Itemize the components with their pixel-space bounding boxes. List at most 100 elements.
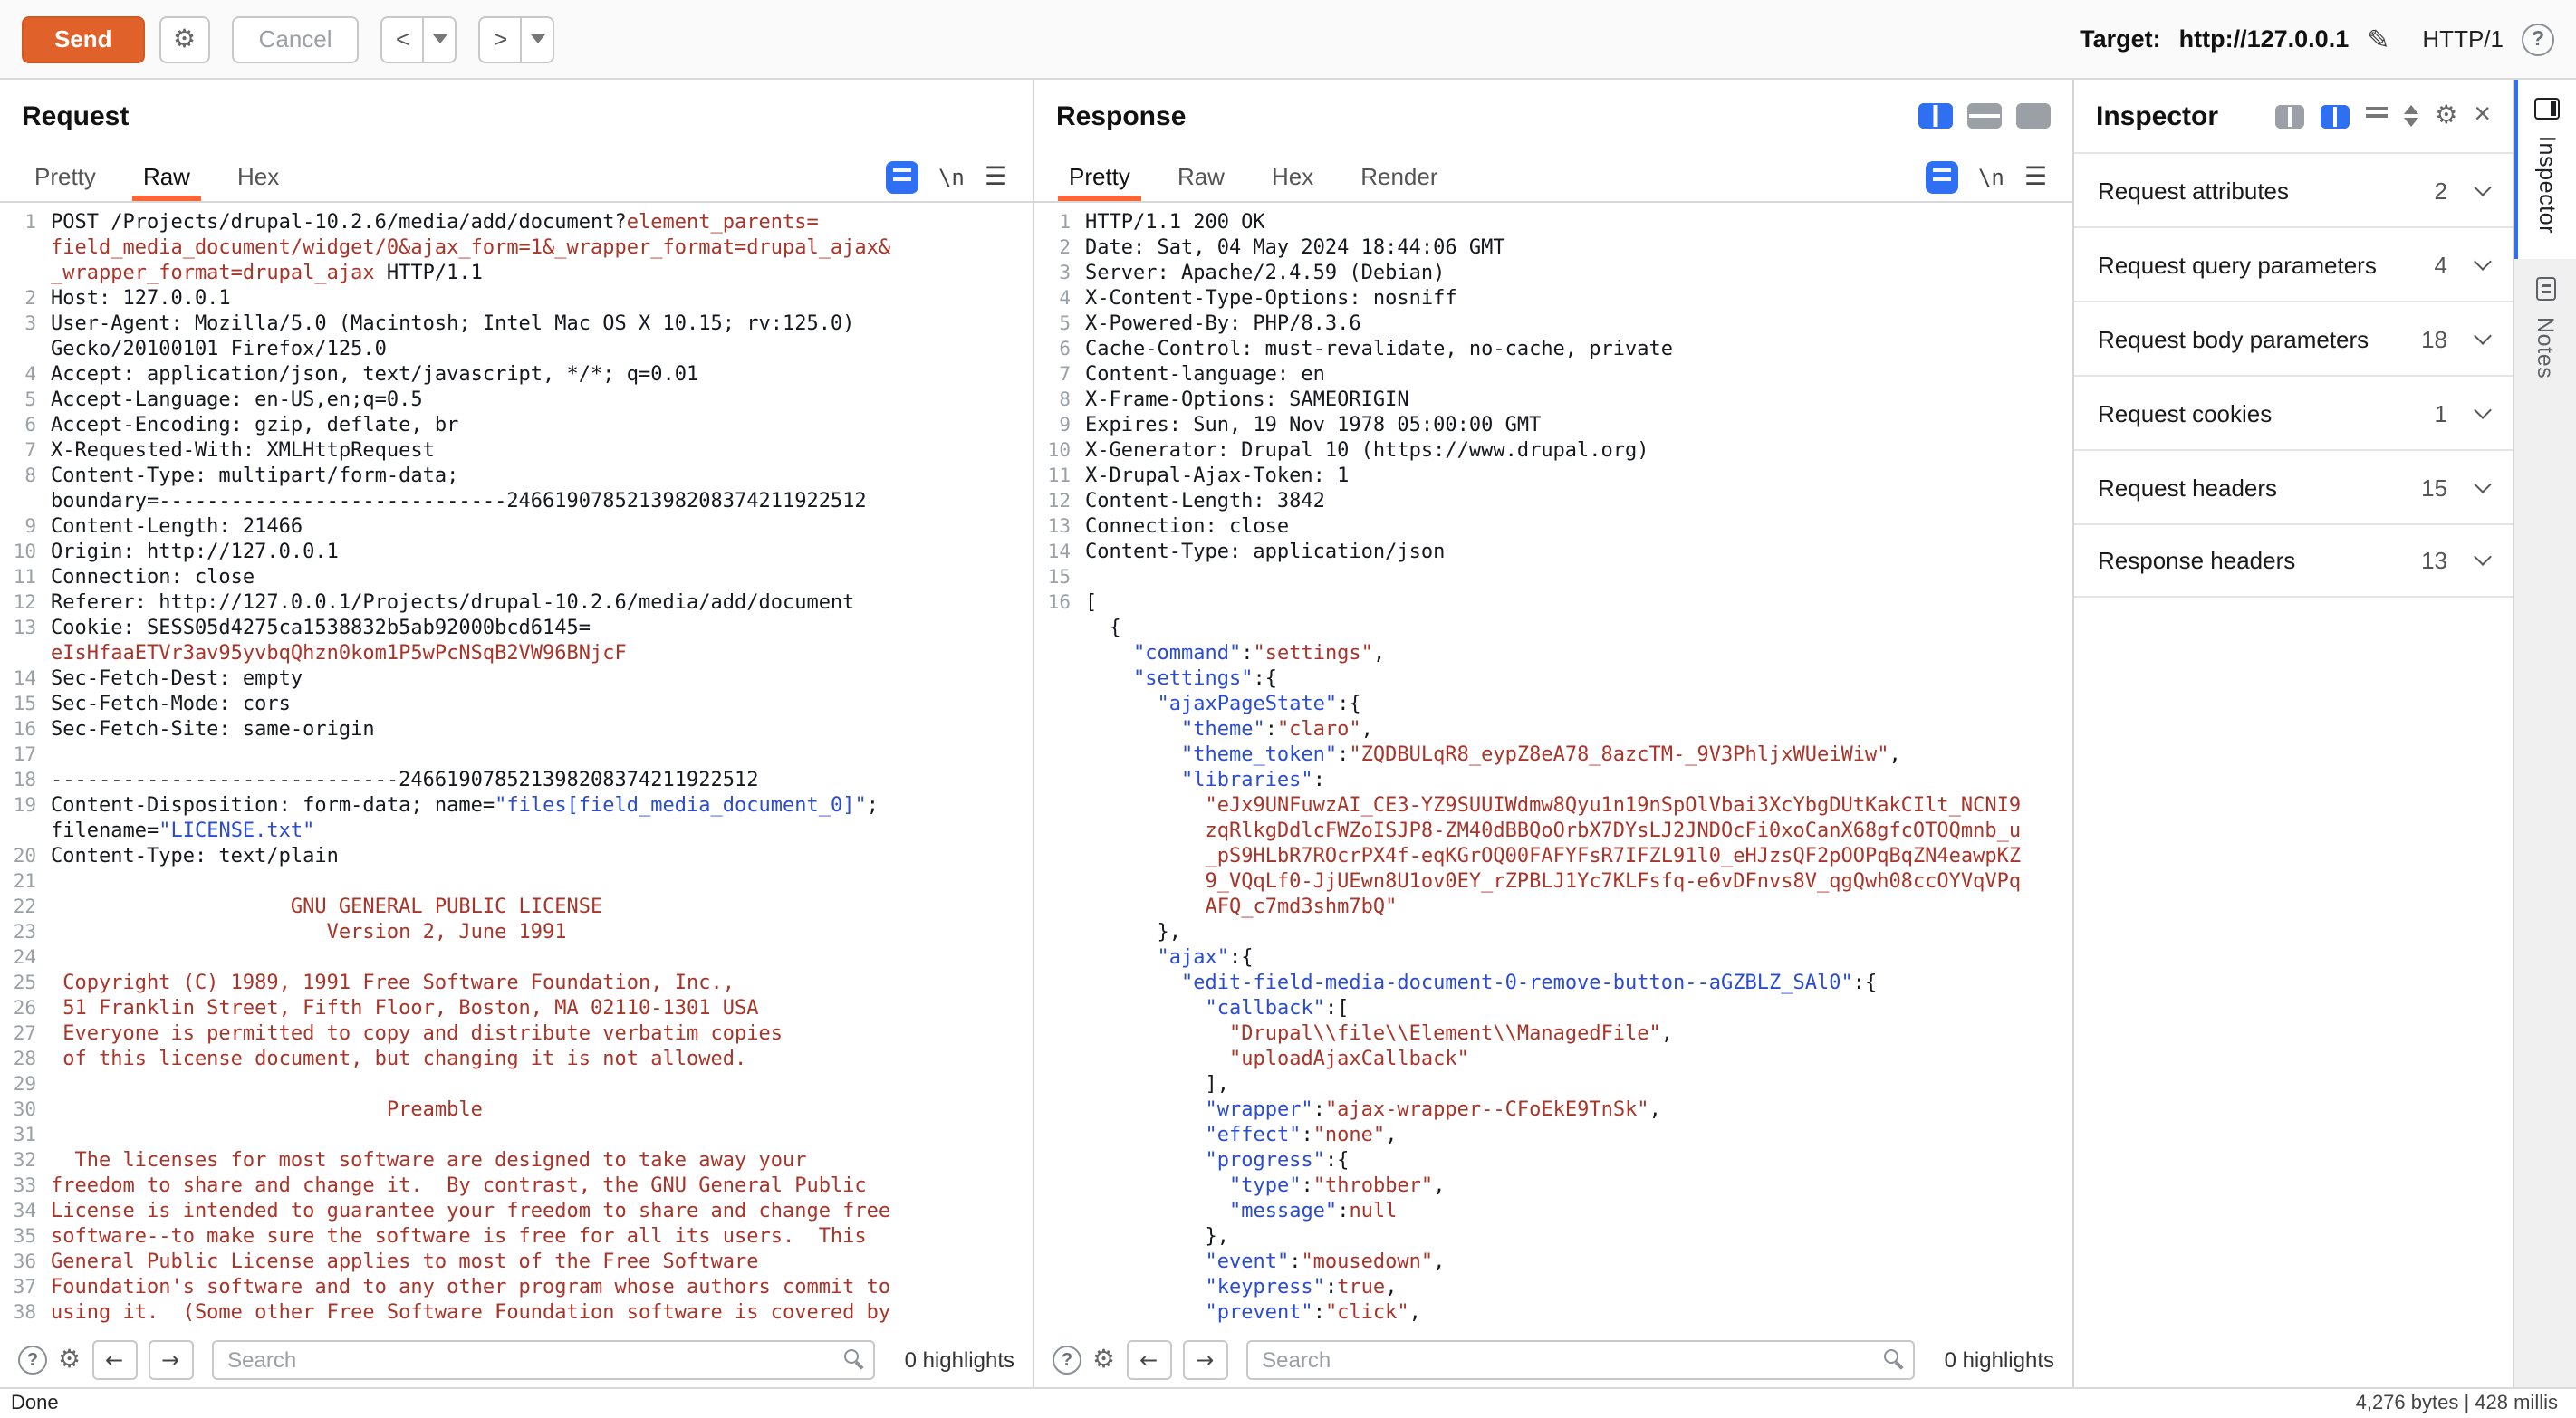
inspector-section-request-headers[interactable]: Request headers15 (2074, 449, 2513, 523)
code-line[interactable]: 10Origin: http://127.0.0.1 (0, 540, 1033, 565)
code-line[interactable]: 5Accept-Language: en-US,en;q=0.5 (0, 388, 1033, 413)
code-line[interactable]: 8X-Frame-Options: SAMEORIGIN (1034, 388, 2072, 413)
search-help-icon[interactable]: ? (1053, 1346, 1081, 1375)
code-line[interactable]: "effect":"none", (1034, 1123, 2072, 1148)
code-line[interactable]: _wrapper_format=drupal_ajax HTTP/1.1 (0, 261, 1033, 286)
code-line[interactable]: 1HTTP/1.1 200 OK (1034, 210, 2072, 235)
code-line[interactable]: 31 (0, 1123, 1033, 1148)
search-next-button[interactable]: → (148, 1340, 193, 1380)
code-line[interactable]: boundary=-----------------------------24… (0, 489, 1033, 514)
code-line[interactable]: 13Connection: close (1034, 514, 2072, 540)
code-line[interactable]: Gecko/20100101 Firefox/125.0 (0, 337, 1033, 362)
code-line[interactable]: 14Content-Type: application/json (1034, 540, 2072, 565)
code-line[interactable]: "command":"settings", (1034, 641, 2072, 666)
rail-tab-inspector[interactable]: Inspector (2514, 80, 2576, 259)
code-line[interactable]: 14Sec-Fetch-Dest: empty (0, 666, 1033, 692)
code-line[interactable]: 8Content-Type: multipart/form-data; (0, 464, 1033, 489)
search-settings-icon[interactable]: ⚙ (58, 1346, 81, 1375)
code-line[interactable]: "event":"mousedown", (1034, 1250, 2072, 1275)
code-line[interactable]: 16[ (1034, 590, 2072, 616)
code-line[interactable]: 22 GNU GENERAL PUBLIC LICENSE (0, 895, 1033, 920)
syntax-highlight-toggle-icon[interactable] (886, 160, 918, 193)
code-line[interactable]: "message":null (1034, 1199, 2072, 1224)
code-line[interactable]: "keypress":true, (1034, 1275, 2072, 1300)
code-line[interactable]: 5X-Powered-By: PHP/8.3.6 (1034, 311, 2072, 337)
tab-hex[interactable]: Hex (214, 152, 303, 201)
layout-columns-icon[interactable] (1918, 103, 1953, 129)
editor-menu-icon[interactable]: ☰ (2024, 162, 2047, 191)
code-line[interactable]: 4X-Content-Type-Options: nosniff (1034, 286, 2072, 311)
search-help-icon[interactable]: ? (18, 1346, 47, 1375)
code-line[interactable]: "prevent":"click", (1034, 1300, 2072, 1326)
code-line[interactable]: "type":"throbber", (1034, 1174, 2072, 1199)
code-line[interactable]: "theme":"claro", (1034, 717, 2072, 743)
code-line[interactable]: 16Sec-Fetch-Site: same-origin (0, 717, 1033, 743)
search-settings-icon[interactable]: ⚙ (1092, 1346, 1115, 1375)
code-line[interactable]: 28 of this license document, but changin… (0, 1047, 1033, 1072)
tab-hex[interactable]: Hex (1248, 152, 1337, 201)
code-line[interactable]: 3Server: Apache/2.4.59 (Debian) (1034, 261, 2072, 286)
code-line[interactable]: zqRlkgDdlcFWZoISJP8-ZM40dBBQoOrbX7DYsLJ2… (1034, 819, 2072, 844)
code-line[interactable]: "uploadAjaxCallback" (1034, 1047, 2072, 1072)
code-line[interactable]: 32 The licenses for most software are de… (0, 1148, 1033, 1174)
code-line[interactable]: _pS9HLbR7ROcrPX4f-eqKGrOQ00FAFYFsR7IFZL9… (1034, 844, 2072, 869)
code-line[interactable]: 13Cookie: SESS05d4275ca1538832b5ab92000b… (0, 616, 1033, 641)
inspector-section-request-cookies[interactable]: Request cookies1 (2074, 375, 2513, 449)
code-line[interactable]: 25 Copyright (C) 1989, 1991 Free Softwar… (0, 971, 1033, 996)
close-icon[interactable]: × (2474, 101, 2491, 130)
code-line[interactable]: "edit-field-media-document-0-remove-butt… (1034, 971, 2072, 996)
code-line[interactable]: "progress":{ (1034, 1148, 2072, 1174)
code-line[interactable]: 4Accept: application/json, text/javascri… (0, 362, 1033, 388)
code-line[interactable]: 24 (0, 945, 1033, 971)
inspector-section-request-attributes[interactable]: Request attributes2 (2074, 152, 2513, 226)
history-forward-button[interactable]: > (479, 15, 523, 62)
code-line[interactable]: 20Content-Type: text/plain (0, 844, 1033, 869)
code-line[interactable]: 15Sec-Fetch-Mode: cors (0, 692, 1033, 717)
inspector-view-split-icon[interactable] (2321, 104, 2350, 128)
show-newlines-toggle[interactable]: \n (1978, 164, 2004, 189)
code-line[interactable]: { (1034, 616, 2072, 641)
search-next-button[interactable]: → (1182, 1340, 1227, 1380)
code-line[interactable]: 18-----------------------------246619078… (0, 768, 1033, 793)
code-line[interactable]: 36General Public License applies to most… (0, 1250, 1033, 1275)
code-line[interactable]: 11X-Drupal-Ajax-Token: 1 (1034, 464, 2072, 489)
code-line[interactable]: "settings":{ (1034, 666, 2072, 692)
code-line[interactable]: 30 Preamble (0, 1097, 1033, 1123)
show-newlines-toggle[interactable]: \n (938, 164, 965, 189)
code-line[interactable]: 2Host: 127.0.0.1 (0, 286, 1033, 311)
tab-pretty[interactable]: Pretty (11, 152, 120, 201)
code-line[interactable]: 1POST /Projects/drupal-10.2.6/media/add/… (0, 210, 1033, 235)
code-line[interactable]: "libraries": (1034, 768, 2072, 793)
code-line[interactable]: 12Content-Length: 3842 (1034, 489, 2072, 514)
inspector-section-request-query-parameters[interactable]: Request query parameters4 (2074, 226, 2513, 301)
request-editor[interactable]: 1POST /Projects/drupal-10.2.6/media/add/… (0, 203, 1033, 1333)
code-line[interactable]: "wrapper":"ajax-wrapper--CFoEkE9TnSk", (1034, 1097, 2072, 1123)
code-line[interactable]: 38using it. (Some other Free Software Fo… (0, 1300, 1033, 1326)
code-line[interactable]: 34License is intended to guarantee your … (0, 1199, 1033, 1224)
code-line[interactable]: 27 Everyone is permitted to copy and dis… (0, 1021, 1033, 1047)
tab-pretty[interactable]: Pretty (1045, 152, 1154, 201)
code-line[interactable]: "callback":[ (1034, 996, 2072, 1021)
inspector-view-list-icon[interactable] (2275, 104, 2304, 128)
code-line[interactable]: "eJx9UNFuwzAI_CE3-YZ9SUUIWdmw8Qyu1n19nSp… (1034, 793, 2072, 819)
code-line[interactable]: field_media_document/widget/0&ajax_form=… (0, 235, 1033, 261)
code-line[interactable]: "Drupal\\file\\Element\\ManagedFile", (1034, 1021, 2072, 1047)
search-prev-button[interactable]: ← (1126, 1340, 1171, 1380)
code-line[interactable]: 17 (0, 743, 1033, 768)
tab-raw[interactable]: Raw (1154, 152, 1248, 201)
code-line[interactable]: 10X-Generator: Drupal 10 (https://www.dr… (1034, 438, 2072, 464)
code-line[interactable]: 3User-Agent: Mozilla/5.0 (Macintosh; Int… (0, 311, 1033, 337)
code-line[interactable]: eIsHfaaETVr3av95yvbqQhzn0kom1P5wPcNSqB2V… (0, 641, 1033, 666)
cancel-button[interactable]: Cancel (232, 15, 360, 62)
code-line[interactable]: 35software--to make sure the software is… (0, 1224, 1033, 1250)
code-line[interactable]: 6Accept-Encoding: gzip, deflate, br (0, 413, 1033, 438)
code-line[interactable]: 6Cache-Control: must-revalidate, no-cach… (1034, 337, 2072, 362)
code-line[interactable]: 12Referer: http://127.0.0.1/Projects/dru… (0, 590, 1033, 616)
edit-target-icon[interactable]: ✎ (2367, 23, 2389, 55)
history-back-button[interactable]: < (381, 15, 425, 62)
syntax-highlight-toggle-icon[interactable] (1926, 160, 1958, 193)
layout-rows-icon[interactable] (1967, 103, 2002, 129)
code-line[interactable]: 11Connection: close (0, 565, 1033, 590)
response-search-input[interactable] (1245, 1340, 1915, 1380)
code-line[interactable]: 23 Version 2, June 1991 (0, 920, 1033, 945)
